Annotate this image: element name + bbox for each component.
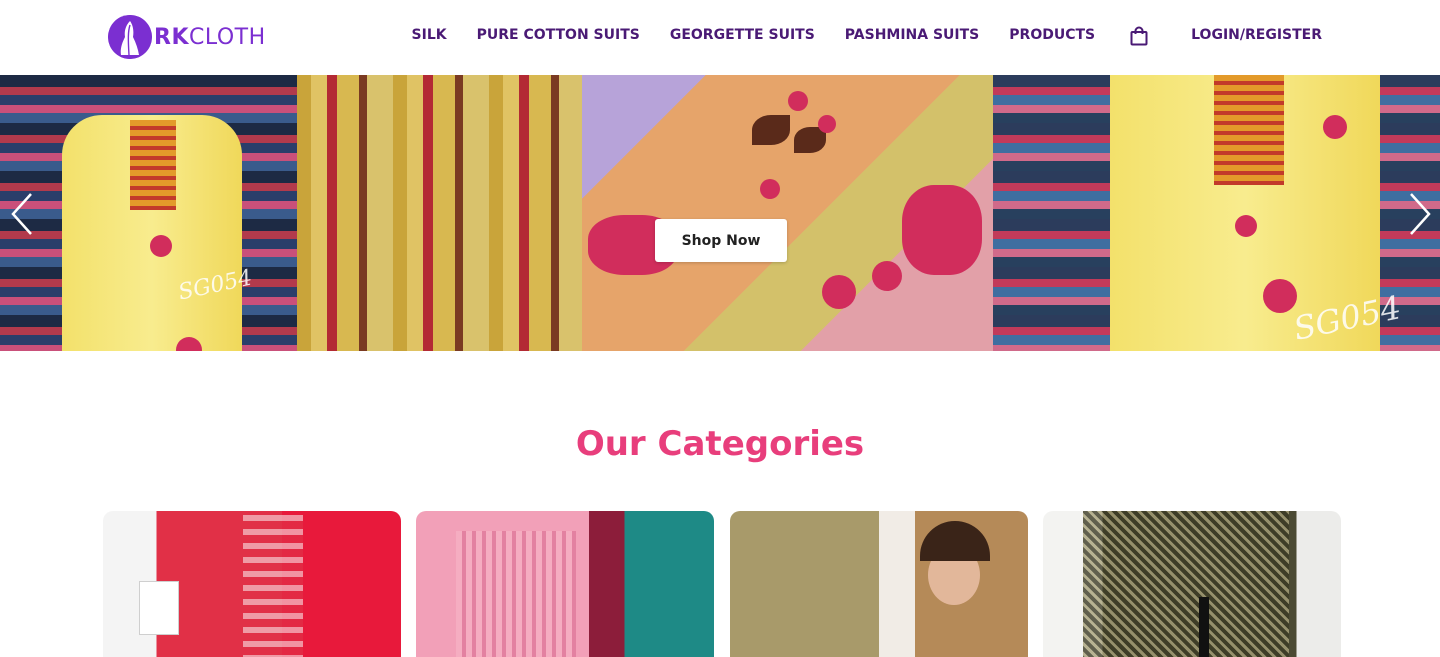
- embroidered-pattern: [456, 531, 576, 657]
- category-card-1[interactable]: [103, 511, 401, 657]
- chevron-left-icon[interactable]: [10, 192, 34, 236]
- logo-wordmark: RKCLOTH: [154, 24, 266, 50]
- categories-heading: Our Categories: [575, 424, 865, 464]
- hero-image-panel-2: [297, 75, 582, 351]
- embroidery-yoke: [1214, 75, 1284, 185]
- nav-item-products[interactable]: PRODUCTS: [1009, 27, 1095, 43]
- login-register-link[interactable]: LOGIN/REGISTER: [1191, 27, 1322, 43]
- flower-motif: [760, 179, 780, 199]
- leaf-motif: [752, 115, 790, 145]
- hero-image-panel-3: [582, 75, 993, 351]
- nav-item-pure-cotton-suits[interactable]: PURE COTTON SUITS: [477, 27, 640, 43]
- hero-image-panel-4: SG054: [993, 75, 1440, 351]
- model-hair-image: [920, 521, 990, 561]
- logo-emblem-icon: [108, 15, 152, 59]
- flower-motif: [872, 261, 902, 291]
- embroidery-yoke: [130, 120, 176, 210]
- site-header: RKCLOTH SILK PURE COTTON SUITS GEORGETTE…: [0, 0, 1440, 75]
- flower-motif: [150, 235, 172, 257]
- brand-logo[interactable]: RKCLOTH: [108, 14, 266, 60]
- shop-now-button[interactable]: Shop Now: [655, 219, 787, 262]
- nav-item-silk[interactable]: SILK: [412, 27, 447, 43]
- flower-motif: [818, 115, 836, 133]
- nav-item-pashmina-suits[interactable]: PASHMINA SUITS: [845, 27, 979, 43]
- chevron-right-icon[interactable]: [1408, 192, 1432, 236]
- main-nav: SILK PURE COTTON SUITS GEORGETTE SUITS P…: [412, 0, 1322, 70]
- nav-item-georgette-suits[interactable]: GEORGETTE SUITS: [670, 27, 815, 43]
- category-card-4[interactable]: [1043, 511, 1341, 657]
- flower-motif: [1263, 279, 1297, 313]
- tassel-image: [1199, 597, 1209, 657]
- hero-carousel: SG054 SG054 Shop Now: [0, 75, 1440, 351]
- printed-pattern: [1083, 511, 1289, 657]
- shopping-bag-icon[interactable]: [1129, 26, 1148, 46]
- flower-motif: [822, 275, 856, 309]
- hero-image-panel-1: SG054: [0, 75, 297, 351]
- flower-motif: [1323, 115, 1347, 139]
- flower-motif: [902, 185, 982, 275]
- flower-motif: [788, 91, 808, 111]
- embroidered-border: [243, 515, 303, 657]
- category-card-3[interactable]: [730, 511, 1028, 657]
- flower-motif: [1235, 215, 1257, 237]
- category-card-2[interactable]: [416, 511, 714, 657]
- wall-switch-image: [139, 581, 179, 635]
